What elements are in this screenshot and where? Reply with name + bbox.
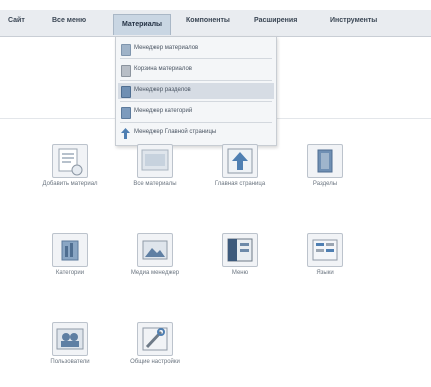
tile-label: Категории bbox=[55, 270, 85, 276]
tile-label: Добавить материал bbox=[42, 181, 98, 187]
dropdown-separator bbox=[120, 58, 272, 59]
settings-icon bbox=[137, 322, 173, 356]
frontpage-icon bbox=[121, 128, 130, 139]
content-dropdown-menu: Менеджер материалов Корзина материалов М… bbox=[115, 36, 277, 146]
dropdown-item-label: Менеджер материалов bbox=[134, 45, 199, 51]
dropdown-item-article-manager[interactable]: Менеджер материалов bbox=[118, 41, 274, 57]
categories-icon bbox=[52, 233, 88, 267]
top-menubar: Сайт Все меню Материалы Компоненты Расши… bbox=[0, 10, 431, 37]
trash-icon bbox=[121, 65, 131, 77]
dropdown-item-label: Менеджер разделов bbox=[134, 87, 191, 93]
tile-label: Меню bbox=[231, 270, 249, 276]
menu-tools[interactable]: Инструменты bbox=[330, 17, 377, 24]
tile-label: Разделы bbox=[312, 181, 338, 187]
tile-label: Общие настройки bbox=[130, 359, 180, 365]
document-icon bbox=[121, 44, 131, 56]
dropdown-item-category-manager[interactable]: Менеджер категорий bbox=[118, 104, 274, 120]
dropdown-item-label: Корзина материалов bbox=[134, 66, 192, 72]
sections-icon bbox=[121, 86, 131, 98]
add-article-icon bbox=[52, 144, 88, 178]
media-icon bbox=[137, 233, 173, 267]
categories-icon bbox=[121, 107, 131, 119]
dropdown-separator bbox=[120, 101, 272, 102]
menu-extensions[interactable]: Расширения bbox=[254, 17, 297, 24]
dropdown-item-trash[interactable]: Корзина материалов bbox=[118, 62, 274, 78]
tile-label: Все материалы bbox=[133, 181, 177, 187]
menu-content[interactable]: Материалы bbox=[113, 14, 172, 35]
dropdown-item-section-manager[interactable]: Менеджер разделов bbox=[118, 83, 274, 99]
users-icon bbox=[52, 322, 88, 356]
frontpage-icon bbox=[222, 144, 258, 178]
language-icon bbox=[307, 233, 343, 267]
dropdown-item-label: Менеджер категорий bbox=[134, 108, 193, 114]
menu-all-menus[interactable]: Все меню bbox=[52, 17, 86, 24]
menu-site[interactable]: Сайт bbox=[8, 17, 25, 24]
menu-components[interactable]: Компоненты bbox=[186, 17, 230, 24]
articles-icon bbox=[137, 144, 173, 178]
dropdown-item-frontpage-manager[interactable]: Менеджер Главной страницы bbox=[118, 125, 274, 141]
tile-label: Языки bbox=[316, 270, 334, 276]
dropdown-separator bbox=[120, 122, 272, 123]
menu-icon bbox=[222, 233, 258, 267]
tile-label: Пользователи bbox=[50, 359, 90, 365]
tile-label: Главная страница bbox=[214, 181, 266, 187]
dropdown-item-label: Менеджер Главной страницы bbox=[134, 129, 217, 135]
dropdown-separator bbox=[120, 80, 272, 81]
sections-icon bbox=[307, 144, 343, 178]
tile-label: Медиа менеджер bbox=[130, 270, 180, 276]
